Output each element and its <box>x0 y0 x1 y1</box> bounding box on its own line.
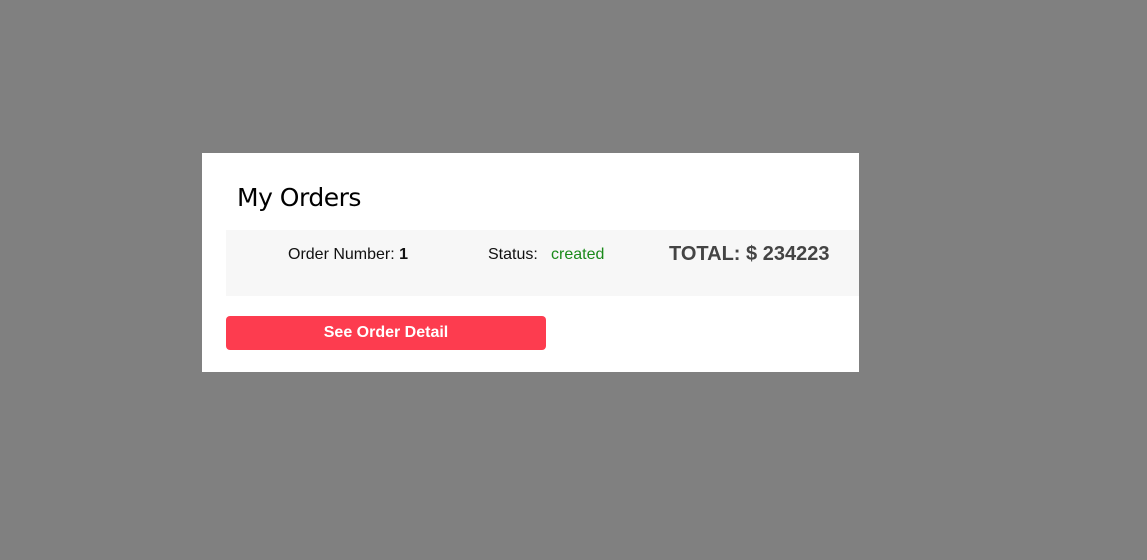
order-number: Order Number: 1 <box>288 246 408 264</box>
order-number-label: Order Number: <box>288 246 395 263</box>
status-value: created <box>551 246 605 263</box>
status-label: Status: <box>488 246 538 263</box>
modal-title: My Orders <box>237 183 361 212</box>
order-number-value: 1 <box>399 246 409 263</box>
see-order-detail-button[interactable]: See Order Detail <box>226 316 546 350</box>
order-total: TOTAL: $ 234223 <box>669 243 830 265</box>
order-row: Order Number: 1 Status: created TOTAL: $… <box>226 230 859 296</box>
orders-modal: My Orders Order Number: 1 Status: create… <box>202 153 859 372</box>
